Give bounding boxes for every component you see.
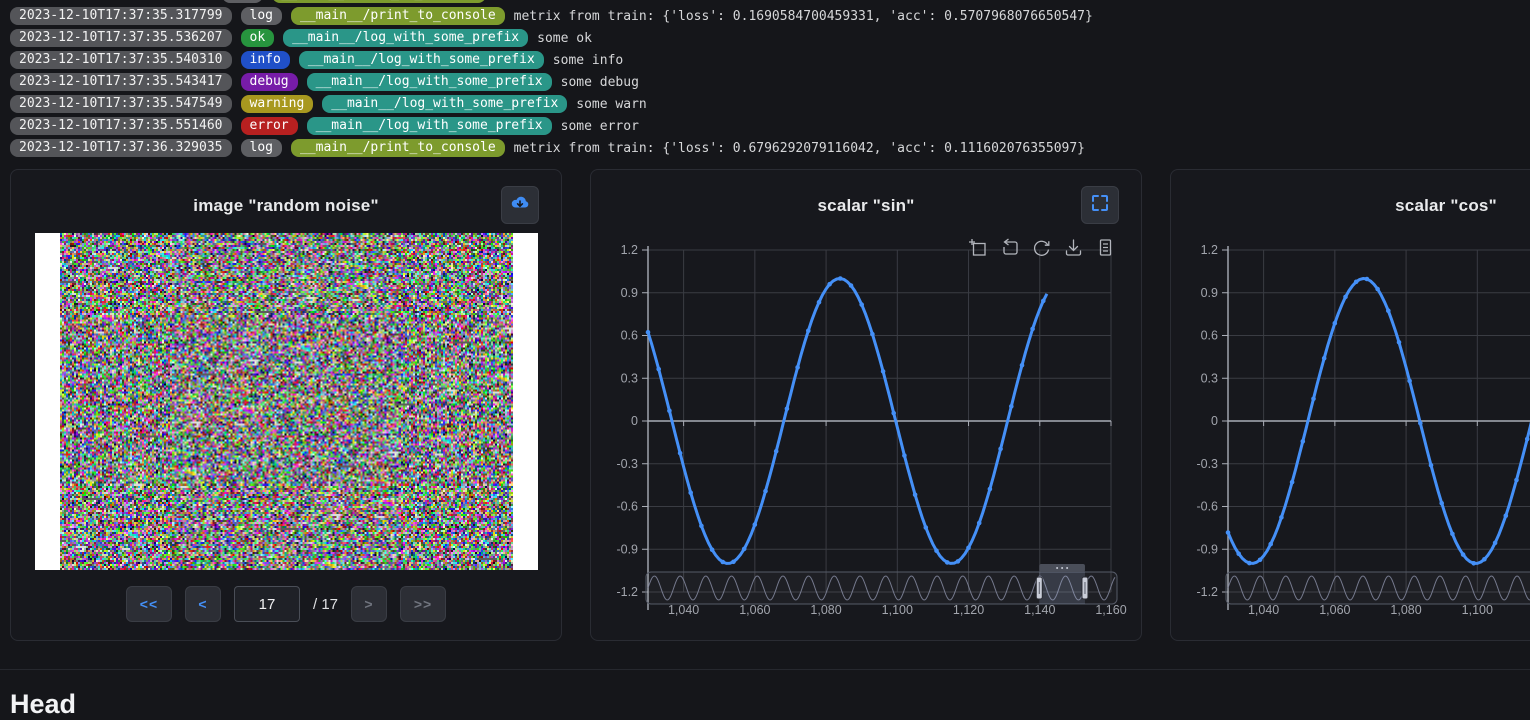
log-prefix-badge: __main__/print_to_console — [291, 7, 505, 25]
log-timestamp: 2023-12-10T17:37:36.329035 — [10, 139, 232, 157]
image-card-title: image "random noise" — [11, 170, 561, 216]
cards-row: image "random noise" << < / 17 > >> scal… — [0, 169, 1530, 641]
image-frame — [35, 233, 538, 570]
section-divider — [0, 669, 1530, 670]
log-row: 2023-12-10T17:37:35.540310 info __main__… — [10, 50, 1530, 70]
fullscreen-sin-button[interactable] — [1081, 186, 1119, 224]
svg-text:-0.9: -0.9 — [1196, 542, 1218, 556]
restore-refresh-icon[interactable] — [1032, 238, 1051, 257]
svg-text:-1.2: -1.2 — [1196, 585, 1218, 599]
page-total-label: / 17 — [313, 596, 338, 613]
svg-text:1,080: 1,080 — [1390, 603, 1421, 617]
log-prefix-badge: __main__/log_with_some_prefix — [307, 117, 552, 135]
log-console: log __main__/print_to_console 2023-12-10… — [0, 0, 1530, 166]
zoom-undo-icon[interactable] — [1000, 238, 1019, 257]
svg-text:1,080: 1,080 — [810, 603, 841, 617]
log-message: metrix from train: {'loss': 0.1690584700… — [514, 9, 1093, 24]
svg-text:1,140: 1,140 — [1024, 603, 1055, 617]
svg-text:1,060: 1,060 — [1319, 603, 1350, 617]
log-row: 2023-12-10T17:37:35.551460 error __main_… — [10, 116, 1530, 136]
svg-text:1,120: 1,120 — [953, 603, 984, 617]
log-message: some debug — [561, 75, 639, 90]
svg-text:-0.6: -0.6 — [616, 500, 638, 514]
svg-text:1,060: 1,060 — [739, 603, 770, 617]
cloud-download-icon — [509, 192, 531, 219]
svg-text:1,040: 1,040 — [668, 603, 699, 617]
svg-text:0.3: 0.3 — [621, 371, 638, 385]
svg-text:0: 0 — [1211, 414, 1218, 428]
svg-text:1.2: 1.2 — [621, 243, 638, 257]
svg-text:-0.3: -0.3 — [616, 457, 638, 471]
log-level-badge: log — [241, 139, 282, 157]
svg-text:0.9: 0.9 — [621, 286, 638, 300]
download-image-button[interactable] — [501, 186, 539, 224]
log-level-badge: warning — [241, 95, 314, 113]
cos-card-title: scalar "cos" — [1171, 170, 1530, 216]
svg-text:1.2: 1.2 — [1201, 243, 1218, 257]
log-timestamp: 2023-12-10T17:37:35.547549 — [10, 95, 232, 113]
svg-text:-0.6: -0.6 — [1196, 500, 1218, 514]
svg-text:1,160: 1,160 — [1095, 603, 1126, 617]
log-prefix-badge: __main__/print_to_console — [272, 0, 486, 3]
svg-text:0.3: 0.3 — [1201, 371, 1218, 385]
svg-text:1,100: 1,100 — [882, 603, 913, 617]
log-row: 2023-12-10T17:37:35.317799 log __main__/… — [10, 6, 1530, 26]
log-row: 2023-12-10T17:37:35.547549 warning __mai… — [10, 94, 1530, 114]
log-timestamp: 2023-12-10T17:37:35.543417 — [10, 73, 232, 91]
log-level-badge: log — [241, 7, 282, 25]
log-message: some info — [553, 53, 623, 68]
log-prefix-badge: __main__/log_with_some_prefix — [299, 51, 544, 69]
last-page-button[interactable]: >> — [400, 586, 446, 622]
sin-card-title: scalar "sin" — [591, 170, 1141, 216]
log-prefix-badge: __main__/print_to_console — [291, 139, 505, 157]
svg-text:0: 0 — [631, 414, 638, 428]
log-prefix-badge: __main__/log_with_some_prefix — [283, 29, 528, 47]
log-level-badge: info — [241, 51, 290, 69]
svg-text:0.6: 0.6 — [621, 329, 638, 343]
footer-heading: Head — [10, 689, 1530, 720]
cos-card: scalar "cos" 1.2 0.9 0.6 0.3 0 -0.3 -0.6 -0.9 -1… — [1170, 169, 1530, 641]
log-timestamp: 2023-12-10T17:37:35.551460 — [10, 117, 232, 135]
next-page-button[interactable]: > — [351, 586, 387, 622]
log-message: some warn — [576, 97, 646, 112]
fullscreen-icon — [1090, 193, 1110, 218]
noise-image — [60, 233, 513, 570]
svg-text:0.9: 0.9 — [1201, 286, 1218, 300]
log-level-badge: debug — [241, 73, 298, 91]
svg-text:-0.3: -0.3 — [1196, 457, 1218, 471]
log-timestamp: 2023-12-10T17:37:35.536207 — [10, 29, 232, 47]
svg-text:1,100: 1,100 — [1462, 603, 1493, 617]
log-prefix-badge: __main__/log_with_some_prefix — [307, 73, 552, 91]
log-row: 2023-12-10T17:37:36.329035 log __main__/… — [10, 138, 1530, 158]
cos-chart[interactable]: 1.2 0.9 0.6 0.3 0 -0.3 -0.6 -0.9 -1.2 1,040 1,060 1… — [1171, 236, 1530, 636]
sin-chart[interactable]: 1.2 0.9 0.6 0.3 0 -0.3 -0.6 -0.9 -1.2 1,040 1,060 1… — [591, 236, 1143, 636]
log-message: some error — [561, 119, 639, 134]
svg-text:1,040: 1,040 — [1248, 603, 1279, 617]
log-row: 2023-12-10T17:37:35.536207 ok __main__/l… — [10, 28, 1530, 48]
page-number-input[interactable] — [234, 586, 300, 622]
image-pagination: << < / 17 > >> — [11, 586, 561, 622]
chart-toolbar — [968, 238, 1115, 257]
svg-text:0.6: 0.6 — [1201, 329, 1218, 343]
first-page-button[interactable]: << — [126, 586, 172, 622]
svg-text:-1.2: -1.2 — [616, 585, 638, 599]
log-level-badge: error — [241, 117, 298, 135]
download-chart-icon[interactable] — [1064, 238, 1083, 257]
log-message: some ok — [537, 31, 592, 46]
data-view-icon[interactable] — [1096, 238, 1115, 257]
log-row: log __main__/print_to_console — [10, 0, 1530, 4]
prev-page-button[interactable]: < — [185, 586, 221, 622]
svg-text:-0.9: -0.9 — [616, 542, 638, 556]
image-card: image "random noise" << < / 17 > >> — [10, 169, 562, 641]
log-level-badge: log — [222, 0, 263, 3]
log-message: metrix from train: {'loss': 0.6796292079… — [514, 141, 1085, 156]
sin-card: scalar "sin" — [590, 169, 1142, 641]
zoom-select-icon[interactable] — [968, 238, 987, 257]
log-timestamp: 2023-12-10T17:37:35.317799 — [10, 7, 232, 25]
log-row: 2023-12-10T17:37:35.543417 debug __main_… — [10, 72, 1530, 92]
log-level-badge: ok — [241, 29, 275, 47]
log-timestamp: 2023-12-10T17:37:35.540310 — [10, 51, 232, 69]
log-prefix-badge: __main__/log_with_some_prefix — [322, 95, 567, 113]
